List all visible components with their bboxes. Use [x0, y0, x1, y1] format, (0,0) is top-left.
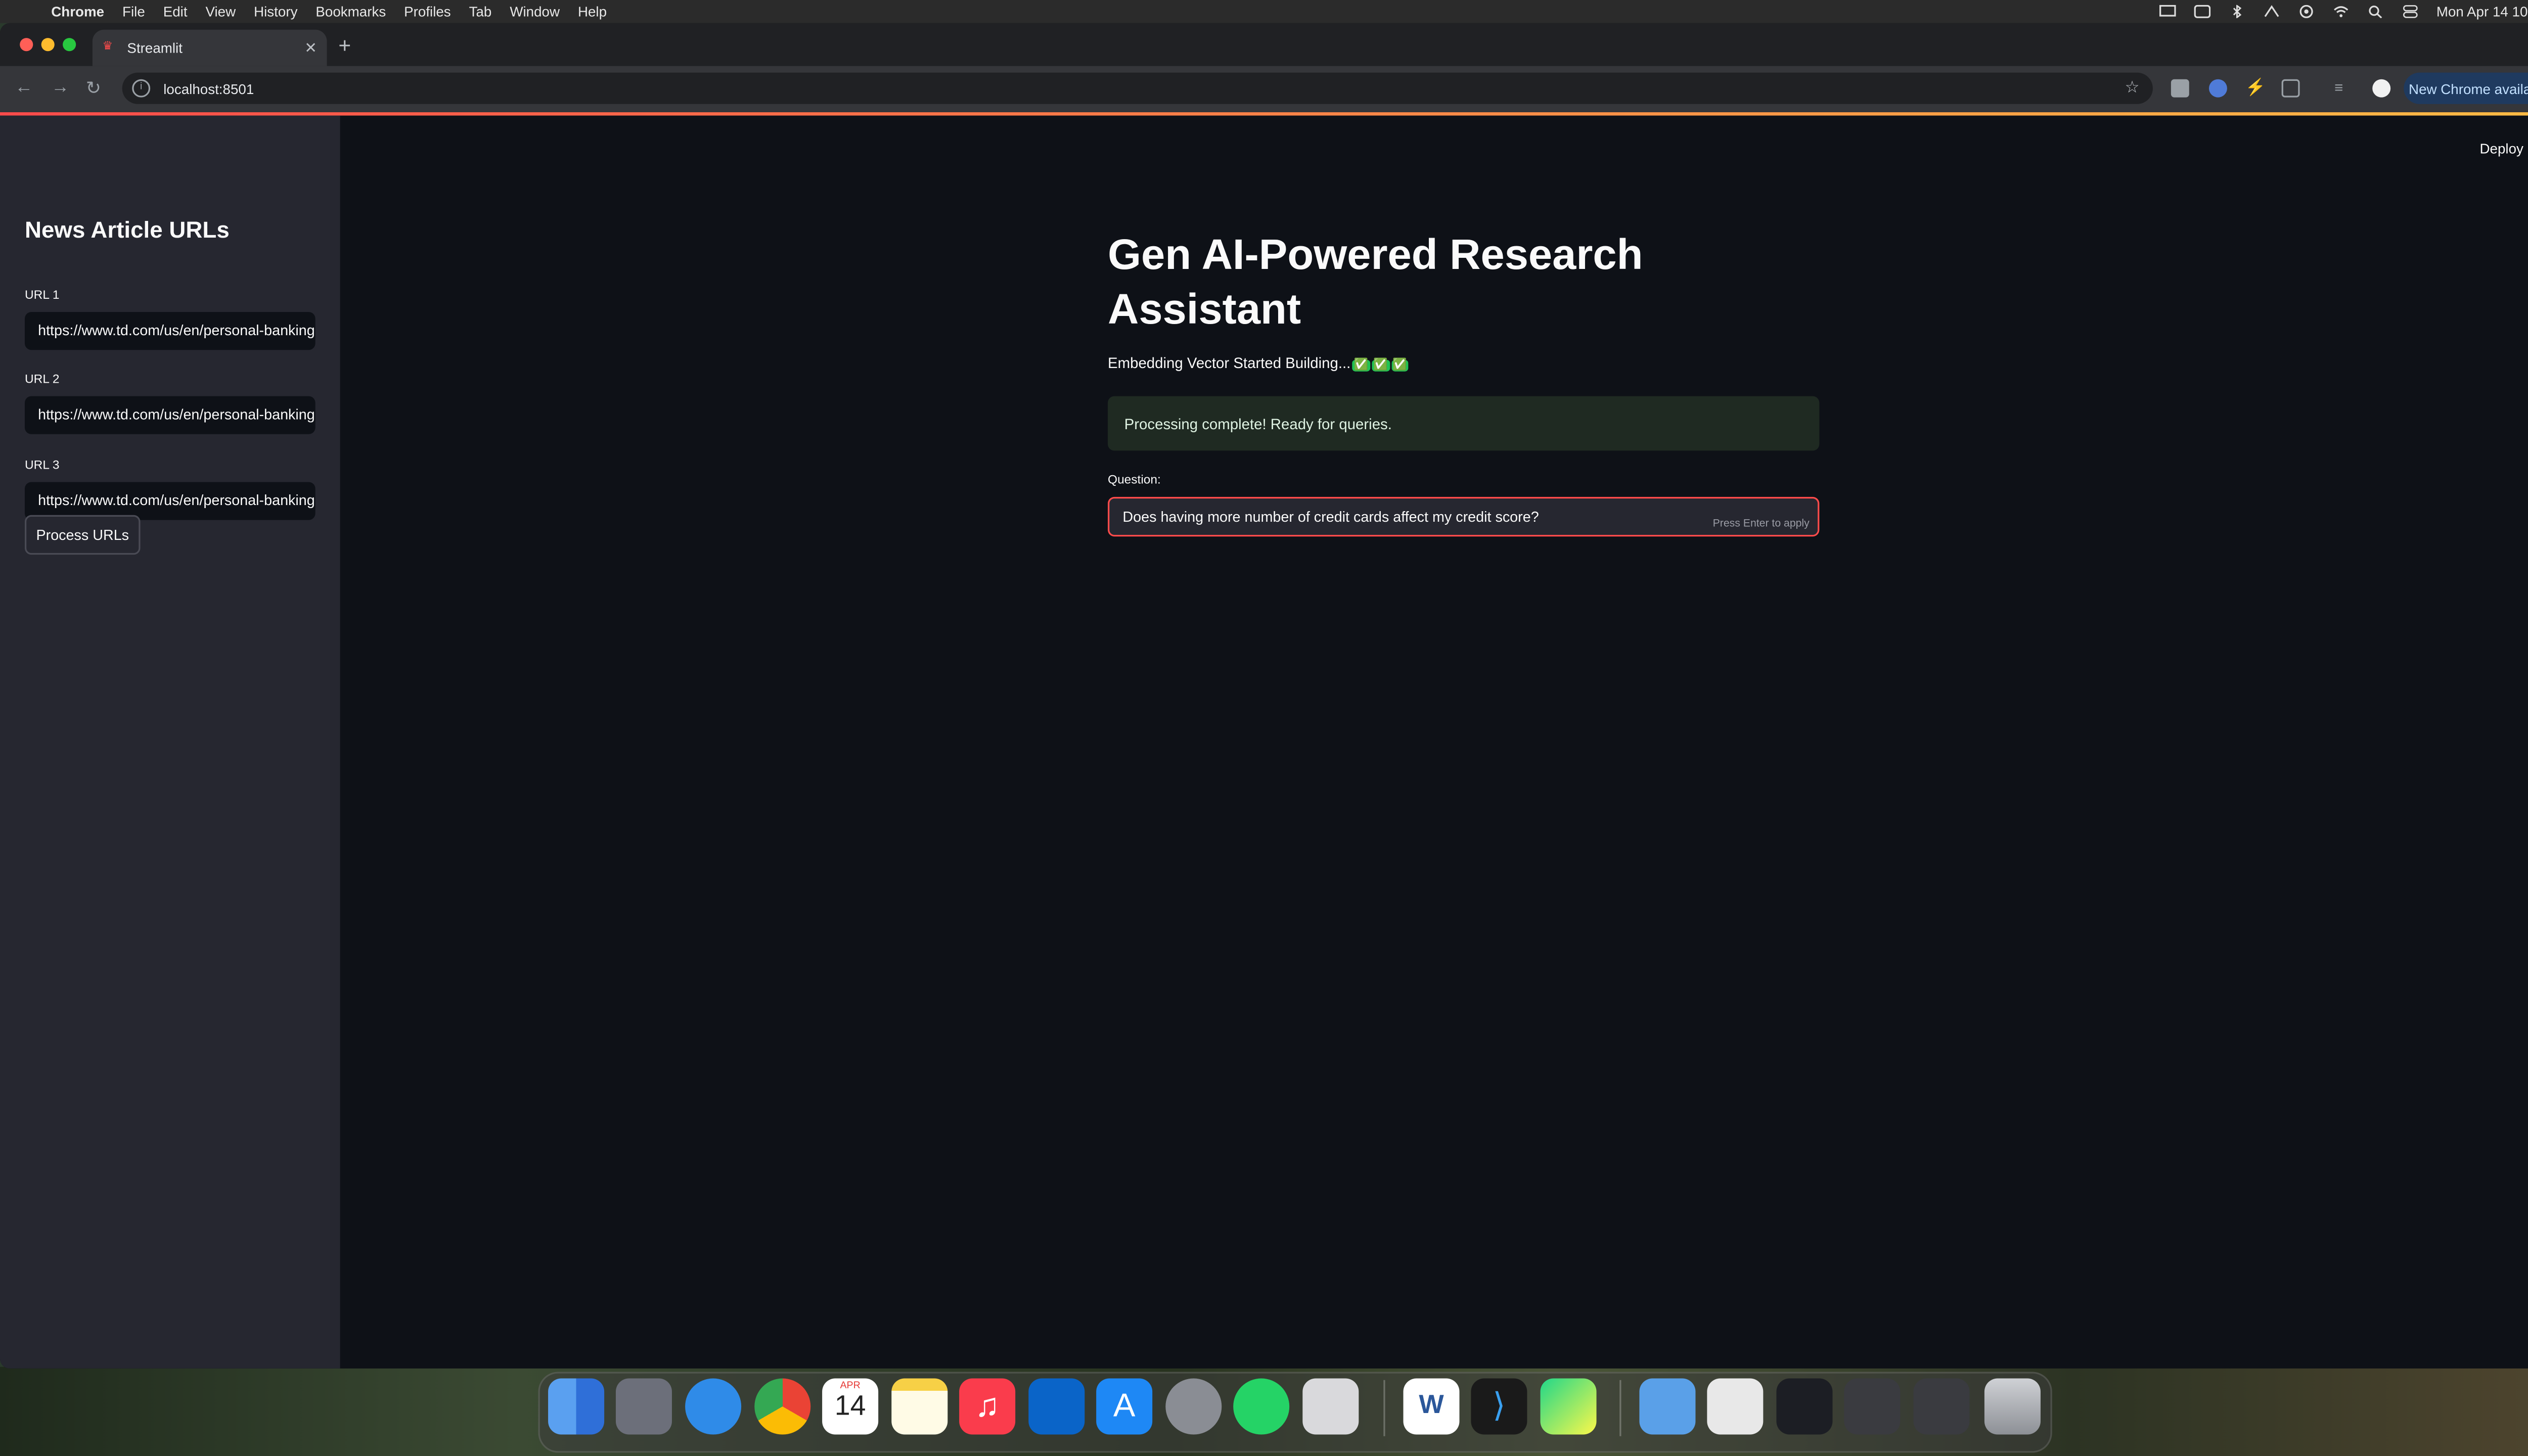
menu-bar: Chrome File Edit View History Bookmarks …: [0, 0, 2528, 23]
browser-toolbar: ← → ↻ i localhost:8501 ☆ ⚡ ≡ New Chrome …: [0, 66, 2528, 113]
folder-icon[interactable]: [1639, 1378, 1696, 1435]
control-icon[interactable]: [2193, 5, 2210, 18]
window-thumbnail-icon[interactable]: [1776, 1378, 1833, 1435]
spotlight-search-icon[interactable]: [2367, 5, 2384, 19]
sidebar-title: News Article URLs: [24, 216, 230, 243]
site-info-icon[interactable]: i: [132, 79, 151, 98]
trash-icon[interactable]: [1984, 1378, 2041, 1435]
outlook-icon[interactable]: [1028, 1378, 1085, 1435]
process-urls-button[interactable]: Process URLs: [24, 515, 141, 555]
deploy-button[interactable]: Deploy: [2479, 141, 2523, 157]
profile-avatar[interactable]: [2372, 79, 2391, 98]
window-thumbnail-icon[interactable]: [1844, 1378, 1901, 1435]
calendar-icon[interactable]: APR 14: [822, 1378, 879, 1435]
word-icon[interactable]: W: [1403, 1378, 1460, 1435]
success-alert: Processing complete! Ready for queries.: [1108, 396, 1820, 451]
browser-window: ♛ Streamlit ✕ + ⌄ ← → ↻ i localhost:8501…: [0, 23, 2528, 1369]
new-tab-icon[interactable]: +: [338, 33, 351, 58]
control-center-icon[interactable]: [2402, 5, 2418, 18]
url-1-input[interactable]: https://www.td.com/us/en/personal-bankin…: [24, 312, 315, 350]
check-icon: ✅: [1371, 359, 1389, 372]
extension-icon[interactable]: [2208, 79, 2227, 98]
extension-bolt-icon[interactable]: ⚡: [2245, 79, 2266, 98]
chrome-icon[interactable]: [754, 1378, 811, 1435]
streamlit-favicon-icon: ♛: [102, 41, 113, 53]
url-1-label: URL 1: [24, 287, 60, 302]
display-icon[interactable]: [2159, 5, 2176, 18]
extensions-puzzle-icon[interactable]: [2281, 79, 2300, 98]
reload-icon[interactable]: ↻: [86, 77, 101, 99]
preview-icon[interactable]: [1707, 1378, 1764, 1435]
dock-separator: [1383, 1380, 1385, 1436]
window-thumbnail-icon[interactable]: [1913, 1378, 1970, 1435]
bookmark-star-icon[interactable]: ☆: [2125, 79, 2140, 98]
forward-icon[interactable]: →: [51, 77, 69, 97]
notes-icon[interactable]: [891, 1378, 948, 1435]
iphone-mirroring-icon[interactable]: [1302, 1378, 1359, 1435]
check-icon: ✅: [1391, 359, 1409, 372]
bluetooth-icon[interactable]: [2228, 4, 2245, 19]
vpn-icon[interactable]: [2263, 5, 2280, 18]
whatsapp-icon[interactable]: [1233, 1378, 1290, 1435]
window-close-button[interactable]: [20, 38, 33, 52]
page-title: Gen AI-Powered Research Assistant: [1108, 229, 1643, 334]
press-enter-hint: Press Enter to apply: [1712, 518, 1810, 530]
wifi-icon[interactable]: [2332, 5, 2349, 18]
menu-file[interactable]: File: [122, 4, 145, 20]
menu-view[interactable]: View: [205, 4, 236, 20]
tab-title: Streamlit: [127, 39, 183, 57]
tab-close-icon[interactable]: ✕: [304, 39, 317, 57]
menu-tab[interactable]: Tab: [469, 4, 492, 20]
launchpad-icon[interactable]: [615, 1378, 672, 1435]
menu-bookmarks[interactable]: Bookmarks: [315, 4, 386, 20]
question-input[interactable]: Does having more number of credit cards …: [1108, 496, 1820, 537]
menu-app-chrome[interactable]: Chrome: [51, 4, 104, 20]
new-chrome-label: New Chrome available: [2409, 80, 2528, 97]
menu-profiles[interactable]: Profiles: [404, 4, 451, 20]
calendar-day: 14: [834, 1390, 866, 1422]
new-chrome-available-button[interactable]: New Chrome available ⋮: [2404, 72, 2528, 104]
browser-tab[interactable]: ♛ Streamlit ✕: [92, 29, 327, 66]
window-minimize-button[interactable]: [41, 38, 55, 52]
url-3-label: URL 3: [24, 457, 60, 472]
url-2-label: URL 2: [24, 371, 60, 387]
address-url[interactable]: localhost:8501: [163, 80, 254, 97]
tab-strip: ♛ Streamlit ✕ + ⌄: [0, 23, 2528, 66]
vscode-icon[interactable]: ⟩: [1471, 1378, 1527, 1435]
sidebar: News Article URLs URL 1 https://www.td.c…: [0, 115, 340, 1369]
question-value[interactable]: Does having more number of credit cards …: [1122, 509, 1539, 525]
question-label: Question:: [1108, 472, 1161, 487]
reading-list-icon[interactable]: ≡: [2334, 79, 2353, 98]
success-alert-text: Processing complete! Ready for queries.: [1124, 415, 1392, 432]
app-store-icon[interactable]: A: [1096, 1378, 1153, 1435]
music-icon[interactable]: ♫: [959, 1378, 1016, 1435]
menu-help[interactable]: Help: [578, 4, 607, 20]
extension-icon[interactable]: [2171, 79, 2189, 98]
url-2-input[interactable]: https://www.td.com/us/en/personal-bankin…: [24, 396, 315, 434]
safari-icon[interactable]: [685, 1378, 742, 1435]
dock-separator: [1619, 1380, 1621, 1436]
system-settings-icon[interactable]: [1165, 1378, 1222, 1435]
menubar-clock[interactable]: Mon Apr 14 10:06 PM: [2436, 4, 2528, 20]
screen-record-icon[interactable]: [2298, 5, 2315, 18]
menu-window[interactable]: Window: [510, 4, 560, 20]
pycharm-icon[interactable]: [1540, 1378, 1597, 1435]
menu-edit[interactable]: Edit: [163, 4, 188, 20]
finder-icon[interactable]: [548, 1378, 605, 1435]
url-3-input[interactable]: https://www.td.com/us/en/personal-bankin…: [24, 482, 315, 520]
check-icon: ✅: [1352, 359, 1370, 372]
back-icon[interactable]: ←: [15, 77, 33, 97]
address-bar[interactable]: i localhost:8501 ☆: [122, 72, 2153, 104]
status-text: Embedding Vector Started Building... ✅ ✅ ✅: [1108, 355, 1409, 372]
menu-history[interactable]: History: [254, 4, 297, 20]
status-message: Embedding Vector Started Building...: [1108, 355, 1351, 372]
window-zoom-button[interactable]: [63, 38, 76, 52]
streamlit-header-decoration: [0, 112, 2528, 116]
